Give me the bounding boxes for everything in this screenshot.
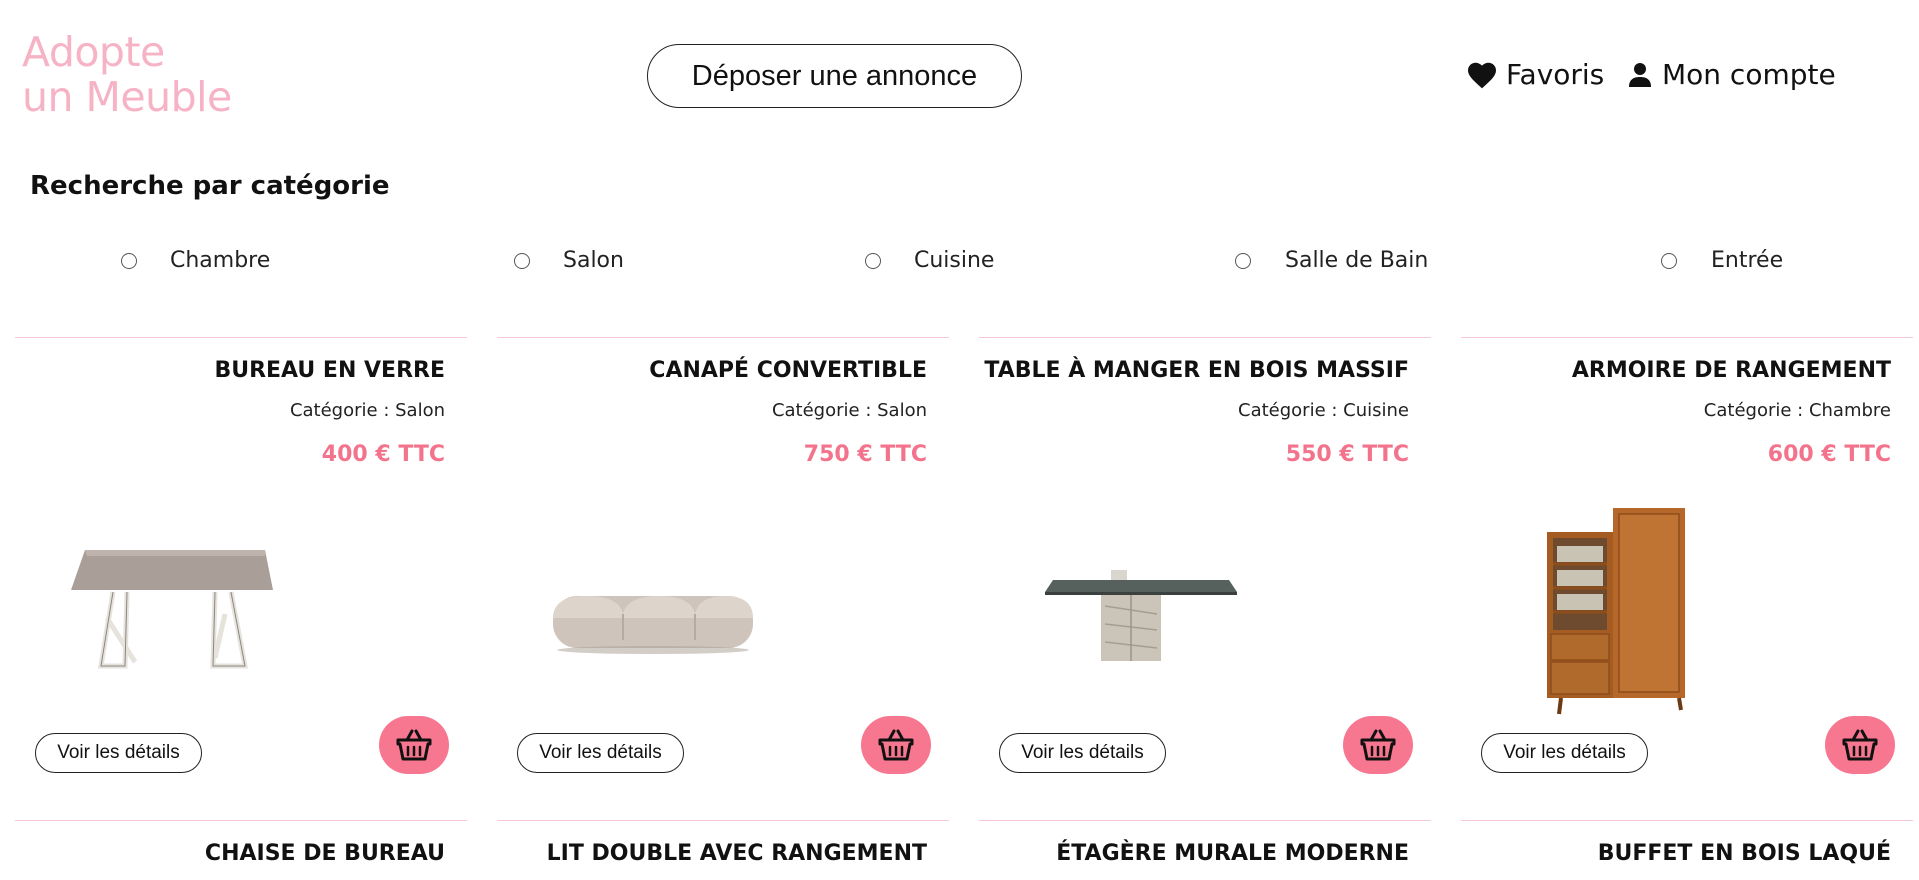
product-image-glass-desk[interactable] xyxy=(65,538,275,678)
product-category: Catégorie : Chambre xyxy=(1704,400,1891,421)
product-card: ARMOIRE DE RANGEMENT Catégorie : Chambre… xyxy=(1461,337,1913,821)
category-option-cuisine[interactable]: Cuisine xyxy=(865,248,994,273)
radio-button[interactable] xyxy=(121,252,137,269)
product-card: CHAISE DE BUREAU xyxy=(15,820,467,880)
category-prefix: Catégorie : xyxy=(1703,400,1809,421)
product-image-wardrobe[interactable] xyxy=(1541,506,1691,716)
favorites-link[interactable]: Favoris xyxy=(1466,58,1604,91)
favorites-label: Favoris xyxy=(1506,58,1605,91)
category-value: Chambre xyxy=(1808,400,1891,421)
view-details-button[interactable]: Voir les détails xyxy=(517,733,684,773)
category-option-salon[interactable]: Salon xyxy=(514,248,624,273)
add-to-cart-button[interactable] xyxy=(379,716,449,774)
category-label: Entrée xyxy=(1711,248,1784,273)
logo-line-2: un Meuble xyxy=(22,73,232,121)
view-details-button[interactable]: Voir les détails xyxy=(35,733,202,773)
heart-icon xyxy=(1468,62,1496,88)
basket-icon xyxy=(396,729,432,761)
product-price: 750 € TTC xyxy=(803,442,927,467)
category-value: Cuisine xyxy=(1343,400,1409,421)
product-image-dining-table[interactable] xyxy=(1043,566,1239,666)
product-category: Catégorie : Salon xyxy=(290,400,445,421)
product-card: TABLE À MANGER EN BOIS MASSIF Catégorie … xyxy=(979,337,1431,821)
product-price: 600 € TTC xyxy=(1767,442,1891,467)
product-card: BUFFET EN BOIS LAQUÉ xyxy=(1461,820,1913,880)
category-label: Salon xyxy=(563,248,624,273)
site-logo[interactable]: Adopte un Meuble xyxy=(22,30,232,120)
user-icon xyxy=(1629,62,1651,87)
product-category: Catégorie : Salon xyxy=(772,400,927,421)
category-prefix: Catégorie : xyxy=(289,400,396,421)
category-label: Salle de Bain xyxy=(1285,248,1429,273)
category-option-chambre[interactable]: Chambre xyxy=(121,248,270,273)
account-label: Mon compte xyxy=(1662,58,1836,91)
add-to-cart-button[interactable] xyxy=(1343,716,1413,774)
logo-line-1: Adopte xyxy=(22,28,165,76)
product-title: CHAISE DE BUREAU xyxy=(204,841,445,866)
product-card: BUREAU EN VERRE Catégorie : Salon 400 € … xyxy=(15,337,467,821)
product-title: TABLE À MANGER EN BOIS MASSIF xyxy=(984,358,1409,383)
product-image-sofa[interactable] xyxy=(547,578,757,658)
product-card: CANAPÉ CONVERTIBLE Catégorie : Salon 750… xyxy=(497,337,949,821)
product-title: CANAPÉ CONVERTIBLE xyxy=(649,358,927,383)
product-price: 550 € TTC xyxy=(1285,442,1409,467)
radio-button[interactable] xyxy=(514,252,530,269)
basket-icon xyxy=(1842,729,1878,761)
account-link[interactable]: Mon compte xyxy=(1628,58,1836,91)
product-card: LIT DOUBLE AVEC RANGEMENT xyxy=(497,820,949,880)
category-search-title: Recherche par catégorie xyxy=(30,171,390,201)
category-prefix: Catégorie : xyxy=(1238,400,1344,421)
product-title: BUREAU EN VERRE xyxy=(214,358,445,383)
category-option-salle-de-bain[interactable]: Salle de Bain xyxy=(1235,248,1428,273)
basket-icon xyxy=(1360,729,1396,761)
category-label: Cuisine xyxy=(914,248,995,273)
product-title: LIT DOUBLE AVEC RANGEMENT xyxy=(546,841,927,866)
radio-button[interactable] xyxy=(1235,252,1251,269)
view-details-button[interactable]: Voir les détails xyxy=(1481,733,1648,773)
add-to-cart-button[interactable] xyxy=(1825,716,1895,774)
category-prefix: Catégorie : xyxy=(771,400,878,421)
radio-button[interactable] xyxy=(1661,252,1677,269)
product-category: Catégorie : Cuisine xyxy=(1238,400,1409,421)
product-title: BUFFET EN BOIS LAQUÉ xyxy=(1597,841,1891,866)
category-value: Salon xyxy=(395,400,445,421)
product-title: ARMOIRE DE RANGEMENT xyxy=(1571,358,1891,383)
category-value: Salon xyxy=(877,400,927,421)
product-title: ÉTAGÈRE MURALE MODERNE xyxy=(1056,841,1409,866)
add-to-cart-button[interactable] xyxy=(861,716,931,774)
category-option-entree[interactable]: Entrée xyxy=(1661,248,1783,273)
post-listing-button[interactable]: Déposer une annonce xyxy=(647,44,1022,108)
radio-button[interactable] xyxy=(865,252,881,269)
category-label: Chambre xyxy=(170,248,271,273)
product-price: 400 € TTC xyxy=(321,442,445,467)
view-details-button[interactable]: Voir les détails xyxy=(999,733,1166,773)
product-card: ÉTAGÈRE MURALE MODERNE xyxy=(979,820,1431,880)
basket-icon xyxy=(878,729,914,761)
